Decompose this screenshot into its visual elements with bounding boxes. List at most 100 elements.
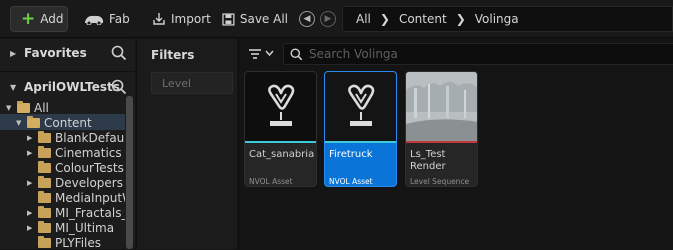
tree-item-mi-fractals[interactable]: ▶ MI_Fractals_ <box>27 205 125 220</box>
sources-panel: ▶ Favorites ▼ AprilOWLTests ▼ All ▼ Cont… <box>0 39 135 250</box>
add-button[interactable]: + Add <box>10 6 68 32</box>
folder-icon <box>38 235 51 248</box>
arrow-left-icon: ◀ <box>303 14 311 24</box>
tree-item-developers[interactable]: ▶ Developers <box>27 175 123 190</box>
folder-icon <box>38 220 51 233</box>
fab-button-label: Fab <box>109 12 130 26</box>
tree-item-label: MI_Ultima <box>55 220 115 235</box>
toolbar: + Add Fab Import Save All ◀ ▶ All ❯ Cont… <box>0 0 673 38</box>
tree-item-label: ColourTests <box>55 160 124 175</box>
chevron-right-icon[interactable]: ❯ <box>456 12 466 26</box>
divider <box>0 71 135 72</box>
collapsed-triangle-icon[interactable]: ▶ <box>10 49 18 58</box>
collapsed-triangle-icon[interactable]: ▶ <box>27 134 35 142</box>
asset-type-bar <box>406 141 477 143</box>
tree-item-label: Content <box>44 115 92 130</box>
folder-tree: ▼ All ▼ Content ▶ BlankDefault ▶ Cinemat… <box>0 100 125 250</box>
search-icon[interactable] <box>111 45 127 61</box>
filter-item-level[interactable]: Level <box>151 72 233 94</box>
folder-icon <box>38 205 51 218</box>
tree-item-label: BlankDefault <box>55 130 125 145</box>
folder-icon <box>38 160 51 173</box>
tree-item-label: All <box>34 100 49 115</box>
favorites-header[interactable]: ▶ Favorites <box>0 39 135 67</box>
collapsed-triangle-icon[interactable]: ▶ <box>27 149 35 157</box>
tree-item-plyfiles[interactable]: PLYFiles <box>27 235 101 250</box>
plus-icon: + <box>21 8 36 29</box>
asset-thumbnail <box>245 72 316 141</box>
fab-icon <box>85 15 103 25</box>
nvol-asset-icon <box>348 84 375 126</box>
filter-dropdown-button[interactable] <box>248 45 278 62</box>
breadcrumb: All ❯ Content ❯ Volinga <box>342 6 673 32</box>
filter-icon <box>249 48 261 59</box>
arrow-right-icon: ▶ <box>324 14 332 24</box>
import-icon <box>153 13 165 25</box>
folder-open-icon <box>27 115 40 128</box>
collapsed-triangle-icon[interactable]: ▶ <box>27 224 35 232</box>
search-placeholder: Search Volinga <box>309 47 398 61</box>
asset-thumbnail <box>325 72 396 141</box>
folder-icon <box>38 175 51 188</box>
project-header[interactable]: ▼ AprilOWLTests <box>0 73 135 101</box>
filters-title: Filters <box>151 48 195 62</box>
asset-tile-ls-test-render[interactable]: Ls_Test Render Level Sequence <box>405 71 478 187</box>
history-back-button[interactable]: ◀ <box>299 11 315 27</box>
save-icon <box>222 12 235 26</box>
asset-type: Level Sequence <box>410 177 470 186</box>
folder-open-icon <box>17 100 30 113</box>
tree-item-colourtests[interactable]: ColourTests <box>27 160 124 175</box>
breadcrumb-item-all[interactable]: All <box>356 12 371 26</box>
tree-item-cinematics[interactable]: ▶ Cinematics <box>27 145 122 160</box>
tree-item-label: Cinematics <box>55 145 122 160</box>
expanded-triangle-icon[interactable]: ▼ <box>10 83 18 92</box>
asset-search-input[interactable]: Search Volinga <box>283 43 673 65</box>
tree-item-label: MediaInputW <box>55 190 125 205</box>
tree-item-mediainputw[interactable]: MediaInputW <box>27 190 125 205</box>
asset-type-bar <box>325 141 396 143</box>
asset-tile-cat-sanabria[interactable]: Cat_sanabria NVOL Asset <box>244 71 317 187</box>
tree-item-label: Developers <box>55 175 123 190</box>
scrollbar-thumb[interactable] <box>126 96 133 249</box>
asset-type-bar <box>245 141 316 143</box>
asset-name: Ls_Test Render <box>410 149 446 172</box>
tree-item-blankdefault[interactable]: ▶ BlankDefault <box>27 130 125 145</box>
render-preview-image <box>406 72 477 141</box>
folder-icon <box>38 130 51 143</box>
nvol-asset-icon <box>268 84 295 126</box>
add-button-label: Add <box>40 12 64 26</box>
search-icon[interactable] <box>111 79 127 95</box>
filters-panel: Filters Level <box>136 39 237 249</box>
collapsed-triangle-icon[interactable]: ▶ <box>27 209 35 217</box>
favorites-label: Favorites <box>24 46 87 60</box>
import-button[interactable]: Import <box>152 6 212 32</box>
breadcrumb-item-volinga[interactable]: Volinga <box>475 12 519 26</box>
project-label: AprilOWLTests <box>24 80 120 94</box>
expanded-triangle-icon[interactable]: ▼ <box>6 104 14 112</box>
chevron-right-icon[interactable]: ❯ <box>380 12 390 26</box>
save-all-button-label: Save All <box>239 12 288 26</box>
asset-type: NVOL Asset <box>249 177 293 186</box>
tree-item-label: MI_Fractals_ <box>55 205 125 220</box>
tree-item-all[interactable]: ▼ All <box>6 100 49 115</box>
history-forward-button[interactable]: ▶ <box>320 11 336 27</box>
asset-name: Cat_sanabria <box>249 149 315 160</box>
tree-item-mi-ultima[interactable]: ▶ MI_Ultima <box>27 220 114 235</box>
asset-name: Firetruck <box>329 149 373 160</box>
tree-item-label: PLYFiles <box>55 235 101 250</box>
import-button-label: Import <box>171 12 211 26</box>
asset-tile-firetruck[interactable]: Firetruck NVOL Asset <box>324 71 397 187</box>
collapsed-triangle-icon[interactable]: ▶ <box>27 179 35 187</box>
search-icon <box>290 48 303 60</box>
asset-type: NVOL Asset <box>329 177 373 186</box>
level-sequence-thumbnail <box>406 72 477 141</box>
asset-view: Search Volinga Cat_sanabria NVOL Asset F… <box>238 39 673 249</box>
fab-button[interactable]: Fab <box>84 6 132 32</box>
save-all-button[interactable]: Save All <box>222 6 288 32</box>
chevron-down-icon <box>265 50 274 57</box>
expanded-triangle-icon[interactable]: ▼ <box>16 119 24 127</box>
folder-icon <box>38 145 51 158</box>
breadcrumb-item-content[interactable]: Content <box>399 12 447 26</box>
folder-icon <box>38 190 51 203</box>
tree-item-content[interactable]: ▼ Content <box>16 115 92 130</box>
